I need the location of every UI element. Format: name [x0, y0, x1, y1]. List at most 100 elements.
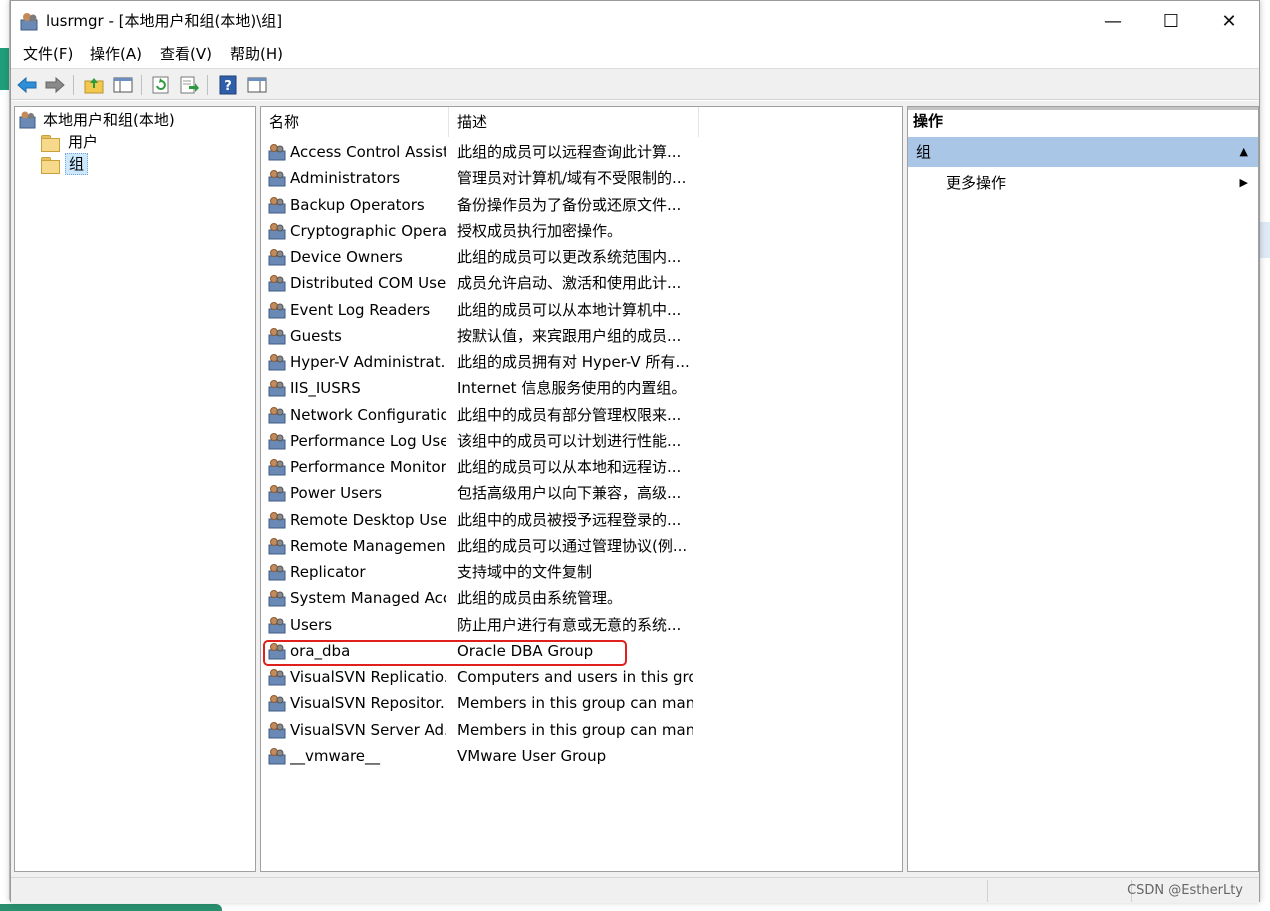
list-row-group[interactable]: Guests 按默认值，来宾跟用户组的成员... — [261, 323, 902, 349]
group-icon — [268, 196, 286, 213]
maximize-button[interactable]: ☐ — [1142, 1, 1200, 41]
group-name: Replicator — [290, 563, 366, 581]
group-description: 此组的成员可以更改系统范围内... — [457, 248, 682, 266]
list-row-group[interactable]: Backup Operators 备份操作员为了备份或还原文件... — [261, 192, 902, 218]
users-groups-icon — [19, 111, 36, 129]
more-actions-item[interactable]: 更多操作 — [946, 173, 1006, 193]
forward-arrow-icon — [45, 76, 65, 94]
show-hide-action-pane-button[interactable] — [245, 73, 269, 97]
menu-view[interactable]: 查看(V) — [160, 45, 212, 63]
tree-users-label: 用户 — [68, 133, 99, 151]
menu-file[interactable]: 文件(F) — [23, 45, 73, 63]
export-list-button[interactable] — [177, 73, 201, 97]
group-description: 按默认值，来宾跟用户组的成员... — [457, 326, 682, 345]
watermark-text: CSDN @EstherLty — [1127, 883, 1243, 898]
background-highlight — [1259, 222, 1270, 258]
up-one-level-button[interactable] — [82, 73, 106, 97]
group-description: 此组的成员由系统管理。 — [457, 589, 623, 608]
users-groups-app-icon — [20, 13, 38, 31]
menu-help[interactable]: 帮助(H) — [230, 45, 283, 63]
group-icon — [268, 249, 286, 266]
list-row-group[interactable]: Cryptographic Operat... 授权成员执行加密操作。 — [261, 218, 902, 244]
menu-bar: 文件(F) 操作(A) 查看(V) 帮助(H) — [11, 41, 1259, 67]
group-description: 授权成员执行加密操作。 — [457, 221, 623, 240]
list-row-group[interactable]: Hyper-V Administrat... 此组的成员拥有对 Hyper-V 所… — [261, 349, 902, 375]
group-name: System Managed Acc... — [290, 589, 446, 608]
status-divider — [987, 880, 988, 902]
column-header-description[interactable]: 描述 — [449, 107, 699, 137]
group-description: Members in this group can mana... — [457, 694, 693, 713]
forward-button[interactable] — [43, 73, 67, 97]
window-title: lusrmgr - [本地用户和组(本地)\组] — [46, 12, 283, 30]
group-name: Remote Managemen... — [290, 536, 446, 555]
group-icon — [268, 459, 286, 476]
list-row-group[interactable]: Performance Log Users 该组中的成员可以计划进行性能... — [261, 428, 902, 454]
list-row-group[interactable]: Power Users 包括高级用户以向下兼容，高级... — [261, 480, 902, 506]
group-description: Internet 信息服务使用的内置组。 — [457, 379, 687, 398]
tree-item-root[interactable]: 本地用户和组(本地) — [19, 109, 178, 131]
group-description: Members in this group can mana... — [457, 720, 693, 739]
maximize-icon: ☐ — [1162, 10, 1180, 32]
group-description: 包括高级用户以向下兼容，高级... — [457, 484, 682, 503]
list-row-group[interactable]: Access Control Assist... 此组的成员可以远程查询此计算..… — [261, 139, 902, 165]
list-row-group[interactable]: Remote Managemen... 此组的成员可以通过管理协议(例... — [261, 533, 902, 559]
background-taskbar-fragment — [0, 904, 222, 911]
list-row-group[interactable]: VisualSVN Server Ad... Members in this gr… — [261, 717, 902, 743]
group-icon — [268, 537, 286, 555]
svg-text:?: ? — [224, 79, 232, 94]
list-row-group[interactable]: Performance Monitor... 此组的成员可以从本地和远程访... — [261, 454, 902, 480]
list-row-group[interactable]: System Managed Acc... 此组的成员由系统管理。 — [261, 585, 902, 611]
group-description: 此组的成员可以从本地计算机中... — [457, 300, 682, 319]
group-name: Users — [290, 615, 333, 634]
group-name: VisualSVN Server Ad... — [290, 720, 446, 739]
list-row-group[interactable]: Device Owners 此组的成员可以更改系统范围内... — [261, 244, 902, 270]
group-description: 此组的成员拥有对 Hyper-V 所有... — [457, 353, 690, 371]
list-header: 名称 描述 — [261, 107, 902, 137]
up-folder-icon — [84, 78, 104, 94]
group-name: __vmware__ — [290, 746, 381, 765]
show-hide-tree-button[interactable] — [111, 73, 135, 97]
menu-action[interactable]: 操作(A) — [90, 45, 142, 63]
tree-root-label: 本地用户和组(本地) — [43, 111, 175, 129]
close-button[interactable]: ✕ — [1200, 1, 1258, 41]
list-row-group[interactable]: VisualSVN Replicatio... Computers and use… — [261, 664, 902, 690]
column-header-name[interactable]: 名称 — [261, 107, 449, 137]
refresh-icon — [152, 76, 169, 94]
folder-icon — [41, 134, 60, 152]
list-row-group[interactable]: __vmware__ VMware User Group — [261, 743, 902, 769]
group-description: 此组的成员可以从本地和远程访... — [457, 458, 682, 476]
list-row-group[interactable]: Event Log Readers 此组的成员可以从本地计算机中... — [261, 297, 902, 323]
group-icon — [268, 406, 286, 423]
back-button[interactable] — [15, 73, 39, 97]
group-icon — [268, 721, 286, 738]
list-row-group[interactable]: Users 防止用户进行有意或无意的系统... — [261, 612, 902, 638]
list-row-group[interactable]: IIS_IUSRS Internet 信息服务使用的内置组。 — [261, 375, 902, 401]
list-row-group[interactable]: Administrators 管理员对计算机/域有不受限制的... — [261, 165, 902, 191]
back-arrow-icon — [17, 76, 37, 94]
tree-item-groups[interactable]: 组 — [41, 153, 89, 175]
status-bar: CSDN @EstherLty — [11, 877, 1259, 903]
console-tree-pane: 本地用户和组(本地) 用户 组 — [14, 106, 256, 872]
show-hide-action-pane-icon — [247, 77, 267, 93]
tree-item-users[interactable]: 用户 — [41, 131, 101, 153]
title-bar[interactable]: lusrmgr - [本地用户和组(本地)\组] — ☐ ✕ — [11, 1, 1259, 41]
list-row-group[interactable]: Remote Desktop Users 此组中的成员被授予远程登录的... — [261, 507, 902, 533]
refresh-button[interactable] — [149, 73, 173, 97]
list-row-group[interactable]: Replicator 支持域中的文件复制 — [261, 559, 902, 585]
tree-groups-label: 组 — [65, 153, 89, 175]
group-name: Administrators — [290, 169, 401, 188]
group-name: Event Log Readers — [290, 300, 431, 319]
minimize-button[interactable]: — — [1084, 1, 1142, 41]
list-row-group[interactable]: Distributed COM Users 成员允许启动、激活和使用此计... — [261, 270, 902, 296]
toolbar: ? — [11, 68, 1259, 100]
actions-section-groups[interactable]: 组 ▲ — [908, 137, 1258, 167]
actions-header: 操作 — [908, 107, 1258, 133]
group-description: 此组中的成员有部分管理权限来... — [457, 405, 682, 424]
help-button[interactable]: ? — [216, 73, 240, 97]
group-icon — [268, 590, 286, 607]
list-row-group[interactable]: VisualSVN Repositor... Members in this gr… — [261, 690, 902, 716]
collapse-up-icon[interactable]: ▲ — [1240, 137, 1248, 167]
list-row-group[interactable]: Network Configuratio... 此组中的成员有部分管理权限来... — [261, 402, 902, 428]
group-icon — [268, 275, 286, 292]
group-description: 管理员对计算机/域有不受限制的... — [457, 169, 687, 188]
